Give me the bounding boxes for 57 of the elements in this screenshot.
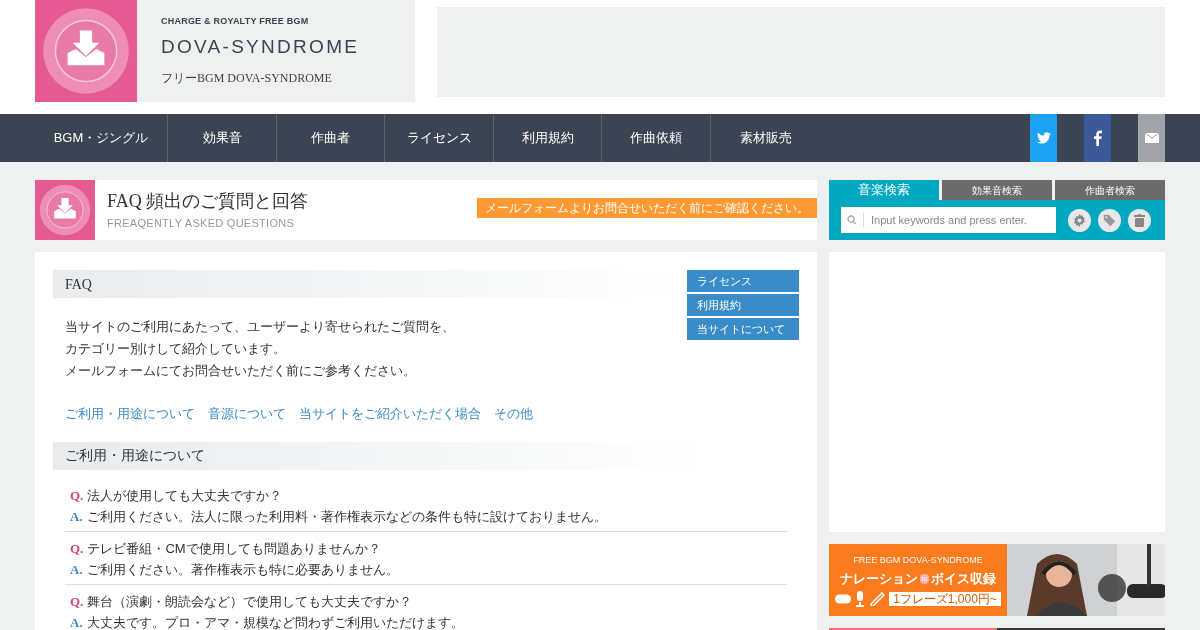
intro-text: 当サイトのご利用にあたって、ユーザーより寄せられたご質問を、 bbox=[65, 318, 455, 336]
question-mark: Q. bbox=[70, 486, 84, 505]
facebook-icon bbox=[1093, 130, 1102, 146]
question-text: 舞台（演劇・朗読会など）で使用しても大丈夫ですか？ bbox=[87, 592, 413, 611]
banner-title: ナレーション bbox=[839, 570, 918, 588]
nav-link[interactable]: 作曲依頼 bbox=[602, 114, 711, 162]
tagline: CHARGE & ROYALTY FREE BGM bbox=[161, 15, 310, 28]
search-tab[interactable]: 作曲者検索 bbox=[1055, 180, 1165, 200]
gear-icon bbox=[1073, 213, 1086, 227]
question-mark: Q. bbox=[70, 539, 84, 558]
answer-text: ご利用ください。法人に限った利用料・著作権表示などの条件も特に設けておりません。 bbox=[86, 508, 607, 526]
nav-link[interactable]: BGM・ジングル bbox=[35, 114, 168, 162]
site-name: DOVA-SYNDROME bbox=[161, 34, 360, 59]
trash-icon bbox=[1134, 213, 1145, 227]
site-subtitle: フリーBGM DOVA-SYNDROME bbox=[161, 70, 333, 87]
search-field[interactable]: Input keywords and press enter. bbox=[841, 207, 1056, 233]
category-link[interactable]: ご利用・用途について bbox=[65, 404, 195, 424]
intro-text: カテゴリー別けして紹介しています。 bbox=[65, 340, 286, 358]
category-link[interactable]: その他 bbox=[494, 404, 533, 424]
search-tab[interactable]: 音楽検索 bbox=[829, 180, 939, 200]
nav-link[interactable]: 利用規約 bbox=[494, 114, 602, 162]
side-link[interactable]: 利用規約 bbox=[687, 294, 799, 316]
pen-icon bbox=[869, 591, 886, 606]
question-text: テレビ番組・CMで使用しても問題ありませんか？ bbox=[87, 539, 381, 558]
answer-text: 大丈夫です。プロ・アマ・規模など問わずご利用いただけます。 bbox=[86, 614, 464, 630]
page-title: FAQ 頻出のご質問と回答 bbox=[107, 190, 310, 214]
category-link[interactable]: 当サイトをご紹介いただく場合 bbox=[299, 404, 481, 424]
nav-link[interactable]: 作曲者 bbox=[277, 114, 385, 162]
category-link[interactable]: 音源について bbox=[208, 404, 286, 424]
intro-text: メールフォームにてお問合せいただく前にご参考ください。 bbox=[65, 362, 416, 380]
notice-badge: メールフォームよりお問合せいただく前にご確認ください。 bbox=[477, 198, 817, 218]
bird-icon bbox=[1036, 132, 1051, 144]
nav-link[interactable]: 効果音 bbox=[168, 114, 277, 162]
answer-mark: A. bbox=[70, 508, 83, 526]
nav-link[interactable]: 素材販売 bbox=[711, 114, 820, 162]
side-link[interactable]: ライセンス bbox=[687, 270, 799, 292]
social-button[interactable] bbox=[1084, 114, 1111, 162]
settings-button[interactable] bbox=[1068, 208, 1091, 232]
nav-link[interactable]: ライセンス bbox=[385, 114, 494, 162]
side-link[interactable]: 当サイトについて bbox=[687, 318, 799, 340]
microphone-icon bbox=[855, 590, 866, 607]
answer-text: ご利用ください。著作権表示も特に必要ありません。 bbox=[86, 561, 399, 579]
answer-mark: A. bbox=[70, 561, 83, 579]
site-logo-panel[interactable]: CHARGE & ROYALTY FREE BGM DOVA-SYNDROME フリーBGM DOVA-SYNDROME bbox=[35, 0, 415, 102]
page-subtitle: FREAQENTLY ASKED QUESTIONS bbox=[107, 216, 296, 232]
question-mark: Q. bbox=[70, 592, 84, 611]
tag-icon bbox=[1103, 213, 1116, 227]
banner-brand: FREE BGM DOVA-SYNDROME bbox=[853, 553, 983, 567]
answer-mark: A. bbox=[70, 614, 83, 630]
tag-button[interactable] bbox=[1098, 208, 1121, 232]
mail-icon bbox=[1144, 133, 1159, 143]
price-label: 1フレーズ1,000円~ bbox=[889, 591, 1001, 606]
question-text: 法人が使用しても大丈夫ですか？ bbox=[87, 486, 283, 505]
banner-title: ボイス収録 bbox=[931, 570, 997, 588]
search-tab[interactable]: 効果音検索 bbox=[942, 180, 1052, 200]
social-button[interactable] bbox=[1030, 114, 1057, 162]
trash-button[interactable] bbox=[1128, 208, 1151, 232]
